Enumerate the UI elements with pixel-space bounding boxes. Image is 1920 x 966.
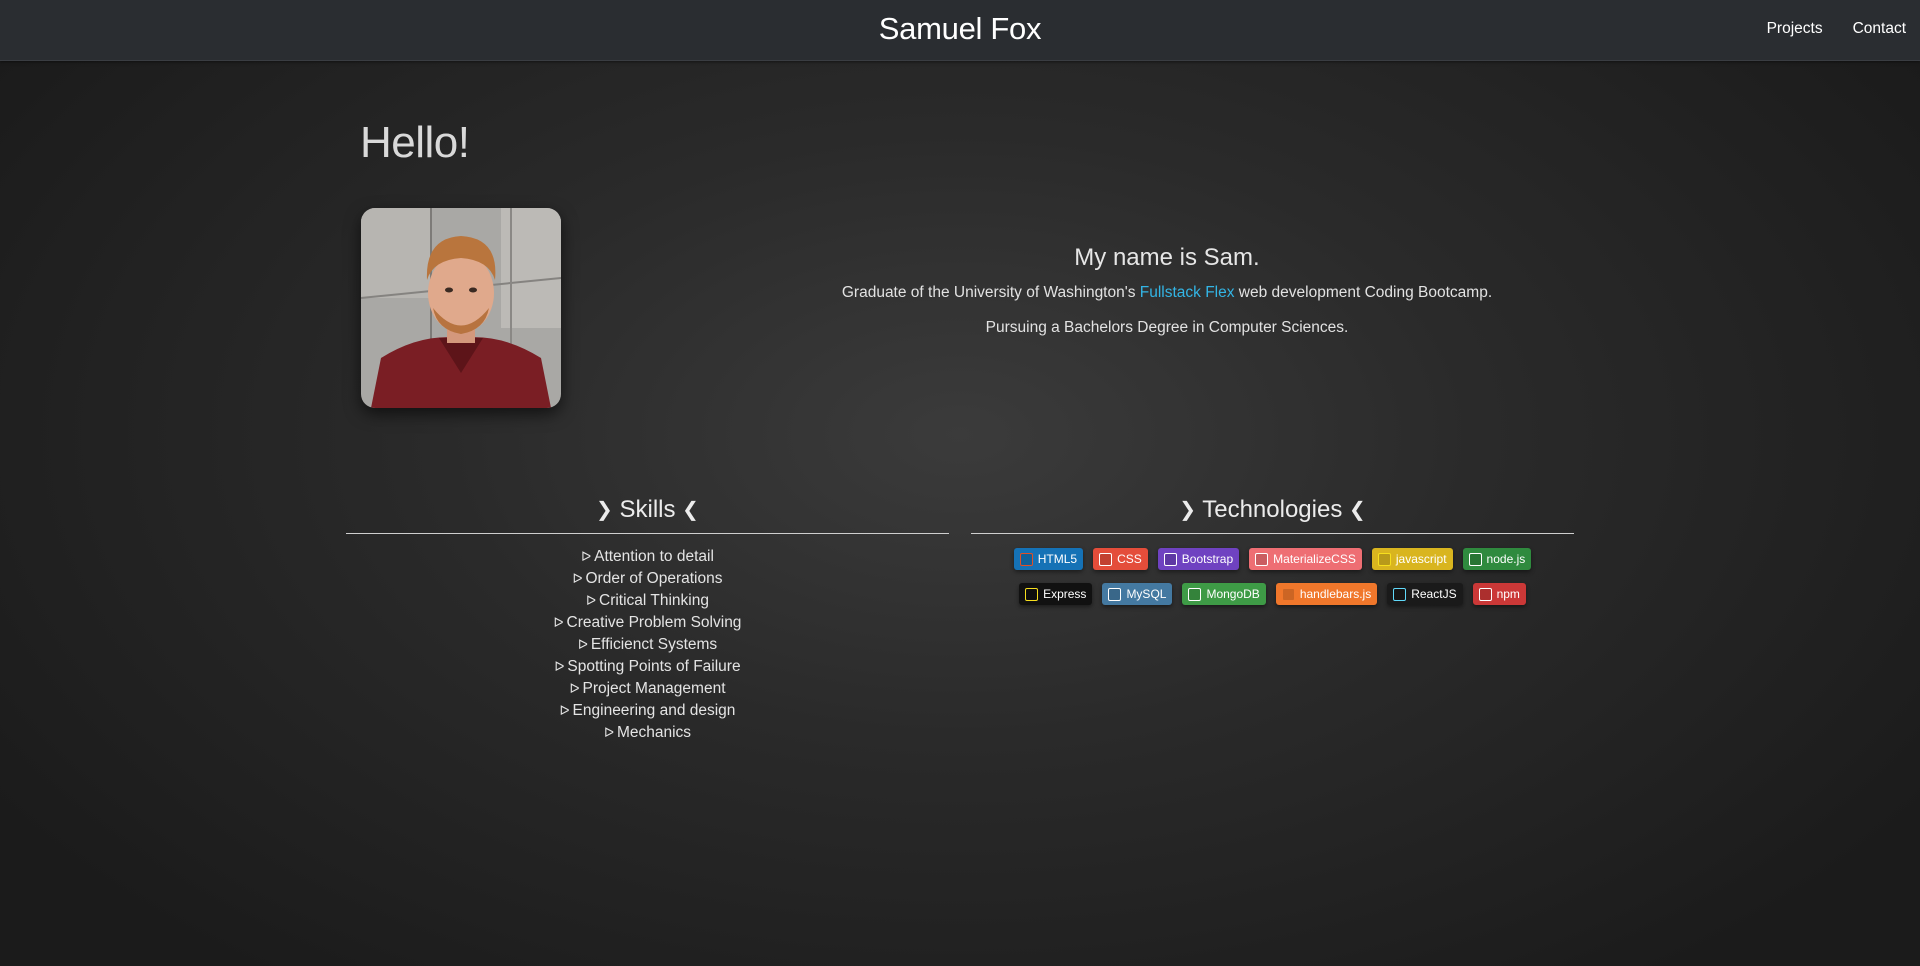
materialize-icon bbox=[1255, 552, 1269, 566]
tech-badge-label: MaterializeCSS bbox=[1273, 552, 1356, 566]
tech-badge-label: MySQL bbox=[1126, 587, 1167, 601]
skill-label: Efficienct Systems bbox=[590, 636, 718, 653]
tech-badge-label: HTML5 bbox=[1037, 552, 1078, 566]
tech-badge[interactable]: MaterializeCSS bbox=[1249, 548, 1362, 570]
triangle-bullet-icon: ᐅ bbox=[559, 703, 570, 718]
triangle-bullet-icon: ᐅ bbox=[554, 659, 565, 674]
react-icon bbox=[1393, 587, 1407, 601]
skill-item: ᐅ Attention to detail bbox=[346, 546, 949, 568]
skill-item: ᐅ Creative Problem Solving bbox=[346, 612, 949, 634]
tech-badge-label: handlebars.js bbox=[1299, 587, 1372, 601]
tech-badge[interactable]: javascript bbox=[1371, 548, 1453, 570]
skill-label: Creative Problem Solving bbox=[566, 614, 742, 631]
tech-badge[interactable]: Bootstrap bbox=[1157, 548, 1240, 570]
intro-degree-line: Pursuing a Bachelors Degree in Computer … bbox=[985, 319, 1349, 336]
tech-badge[interactable]: ReactJS bbox=[1387, 583, 1463, 605]
skill-item: ᐅ Engineering and design bbox=[346, 700, 949, 722]
bootstrap-icon bbox=[1163, 552, 1177, 566]
skill-label: Critical Thinking bbox=[599, 592, 709, 609]
profile-photo-image bbox=[361, 208, 561, 408]
tech-badge[interactable]: CSS bbox=[1093, 548, 1148, 570]
triangle-bullet-icon: ᐅ bbox=[572, 571, 583, 586]
skill-label: Order of Operations bbox=[585, 570, 723, 587]
intro-text-before: Graduate of the University of Washington… bbox=[841, 284, 1140, 301]
tech-badge[interactable]: Express bbox=[1019, 583, 1093, 605]
triangle-bullet-icon: ᐅ bbox=[581, 549, 592, 564]
chevron-left-icon: ❮ bbox=[682, 499, 699, 521]
tech-badge[interactable]: MongoDB bbox=[1182, 583, 1266, 605]
triangle-bullet-icon: ᐅ bbox=[577, 637, 588, 652]
mongodb-icon bbox=[1188, 587, 1202, 601]
tech-badge-label: CSS bbox=[1117, 552, 1142, 566]
skills-heading: ❯ Skills ❮ bbox=[346, 496, 949, 534]
skill-label: Attention to detail bbox=[594, 548, 714, 565]
nav-links: Projects Contact bbox=[1767, 20, 1906, 38]
npm-icon bbox=[1478, 587, 1492, 601]
skill-item: ᐅ Order of Operations bbox=[346, 568, 949, 590]
chevron-left-icon: ❮ bbox=[1349, 499, 1366, 521]
skills-title: Skills bbox=[619, 496, 676, 523]
tech-badge-label: Bootstrap bbox=[1181, 552, 1234, 566]
nav-link-contact[interactable]: Contact bbox=[1853, 20, 1906, 38]
skill-item: ᐅ Critical Thinking bbox=[346, 590, 949, 612]
tech-badge-label: MongoDB bbox=[1206, 587, 1260, 601]
navbar: Samuel Fox Projects Contact bbox=[0, 0, 1920, 61]
intro-title: My name is Sam. bbox=[1074, 244, 1260, 271]
profile-photo bbox=[361, 208, 561, 408]
greeting-heading: Hello! bbox=[360, 118, 470, 167]
skill-item: ᐅ Spotting Points of Failure bbox=[346, 656, 949, 678]
skill-label: Engineering and design bbox=[572, 702, 736, 719]
fullstack-flex-link[interactable]: Fullstack Flex bbox=[1140, 284, 1235, 301]
skills-list: ᐅ Attention to detail ᐅ Order of Operations… bbox=[346, 546, 949, 744]
chevron-right-icon: ❯ bbox=[596, 499, 613, 521]
skill-item: ᐅ Efficienct Systems bbox=[346, 634, 949, 656]
tech-badge-label: node.js bbox=[1486, 552, 1526, 566]
javascript-icon bbox=[1377, 552, 1391, 566]
tech-badge[interactable]: npm bbox=[1472, 583, 1526, 605]
tech-badge[interactable]: handlebars.js bbox=[1275, 583, 1378, 605]
html5-icon bbox=[1019, 552, 1033, 566]
triangle-bullet-icon: ᐅ bbox=[569, 681, 580, 696]
skill-label: Mechanics bbox=[616, 724, 692, 741]
chevron-right-icon: ❯ bbox=[1179, 499, 1196, 521]
skill-label: Project Management bbox=[582, 680, 726, 697]
tech-badge[interactable]: node.js bbox=[1462, 548, 1532, 570]
skill-item: ᐅ Project Management bbox=[346, 678, 949, 700]
intro-section: My name is Sam. Graduate of the Universi… bbox=[620, 244, 1714, 354]
triangle-bullet-icon: ᐅ bbox=[553, 615, 564, 630]
triangle-bullet-icon: ᐅ bbox=[603, 725, 614, 740]
tech-badge-label: Express bbox=[1043, 587, 1087, 601]
triangle-bullet-icon: ᐅ bbox=[586, 593, 596, 608]
technologies-heading: ❯ Technologies ❮ bbox=[971, 496, 1574, 534]
intro-text-after: web development Coding Bootcamp. bbox=[1234, 284, 1493, 301]
express-icon bbox=[1025, 587, 1039, 601]
handlebars-icon bbox=[1281, 587, 1295, 601]
tech-badge-label: npm bbox=[1496, 587, 1520, 601]
technology-badges: HTML5 CSS Bootstrap MaterializeCSS javascrip… bbox=[971, 548, 1574, 605]
mysql-icon bbox=[1108, 587, 1122, 601]
tech-badge[interactable]: MySQL bbox=[1102, 583, 1173, 605]
skill-label: Spotting Points of Failure bbox=[567, 658, 741, 675]
skill-item: ᐅ Mechanics bbox=[346, 722, 949, 744]
tech-badge[interactable]: HTML5 bbox=[1013, 548, 1084, 570]
tech-badge-label: javascript bbox=[1395, 552, 1447, 566]
technologies-title: Technologies bbox=[1202, 496, 1343, 523]
nav-link-projects[interactable]: Projects bbox=[1767, 20, 1823, 38]
intro-education-line: Graduate of the University of Washington… bbox=[620, 284, 1714, 302]
tech-badge-label: ReactJS bbox=[1411, 587, 1457, 601]
brand-title[interactable]: Samuel Fox bbox=[0, 11, 1920, 47]
nodejs-icon bbox=[1468, 552, 1482, 566]
css3-icon bbox=[1099, 552, 1113, 566]
